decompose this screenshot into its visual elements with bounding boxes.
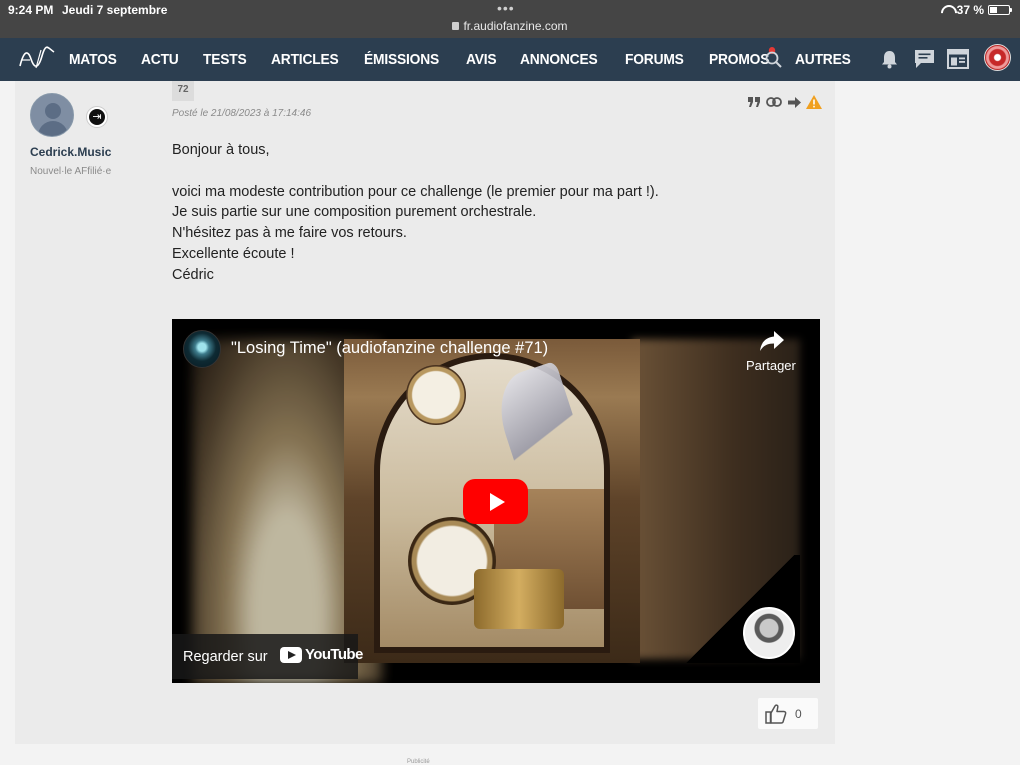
like-count: 0 [795, 707, 802, 721]
battery-fill [990, 7, 997, 13]
nav-item-emissions[interactable]: ÉMISSIONS [364, 51, 439, 68]
post-body-line: Je suis partie sur une composition purem… [172, 204, 537, 221]
nav-item-forums[interactable]: FORUMS [625, 51, 684, 68]
author-name[interactable]: Cedrick.Music [30, 145, 111, 159]
link-icon[interactable] [766, 94, 782, 110]
nav-menu: MATOS ACTU TESTS ARTICLES ÉMISSIONS AVIS ANNON… [69, 38, 876, 81]
uploader-avatar[interactable] [743, 607, 795, 659]
thumbs-up-icon [765, 704, 787, 724]
battery-percent: 37 % [956, 3, 984, 17]
share-arrow-icon[interactable] [786, 94, 802, 110]
video-title[interactable]: "Losing Time" (audiofanzine challenge #7… [231, 339, 548, 358]
ios-status-bar: 9:24 PM Jeudi 7 septembre ••• fr.audiofa… [0, 0, 1020, 38]
pocket-watch-image [406, 365, 466, 425]
search-icon[interactable] [765, 51, 782, 68]
url-text: fr.audiofanzine.com [463, 19, 568, 33]
like-button[interactable]: 0 [758, 698, 818, 729]
ad-label: Publicité [407, 759, 430, 765]
quote-icon[interactable] [746, 94, 762, 110]
author-avatar[interactable] [30, 93, 74, 137]
bell-icon[interactable] [881, 50, 898, 69]
battery-icon [988, 5, 1012, 15]
post-body-line: Cédric [172, 266, 214, 283]
wifi-icon [941, 5, 953, 15]
watch-on-youtube-button[interactable]: Regarder sur YouTube [172, 634, 363, 679]
report-warning-icon[interactable] [806, 94, 822, 110]
nav-item-avis[interactable]: AVIS [466, 51, 497, 68]
avatar-head-shape [45, 103, 61, 119]
post-actions [746, 94, 822, 110]
messages-icon[interactable] [914, 49, 935, 69]
post-number[interactable]: 72 [172, 81, 194, 101]
share-label[interactable]: Partager [746, 358, 796, 373]
post-body: Bonjour à tous, voici ma modeste contrib… [172, 140, 659, 286]
member-badge-icon: ⇥ [86, 106, 108, 128]
nav-item-annonces[interactable]: ANNONCES [520, 51, 598, 68]
audiofanzine-logo-icon[interactable] [18, 46, 56, 72]
post-body-line: Excellente écoute ! [172, 245, 295, 262]
youtube-embed[interactable]: "Losing Time" (audiofanzine challenge #7… [172, 319, 820, 683]
youtube-logo: YouTube [280, 646, 363, 663]
main-navbar: MATOS ACTU TESTS ARTICLES ÉMISSIONS AVIS ANNON… [0, 38, 1020, 81]
status-right: 37 % [941, 3, 1012, 17]
avatar-body-shape [38, 121, 68, 136]
youtube-play-icon [280, 646, 302, 663]
lock-icon [452, 22, 460, 30]
login-arrow-icon: ⇥ [89, 109, 105, 125]
post-body-line: voici ma modeste contribution pour ce ch… [172, 183, 659, 200]
watch-on-label: Regarder sur [183, 649, 268, 665]
youtube-wordmark: YouTube [305, 646, 363, 663]
play-button-icon[interactable] [463, 479, 528, 524]
post-date: Posté le 21/08/2023 à 17:14:46 [172, 108, 312, 119]
nav-item-articles[interactable]: ARTICLES [271, 51, 339, 68]
nav-item-autres[interactable]: AUTRES [795, 51, 851, 68]
author-role: Nouvel·le AFfilié·e [30, 166, 112, 177]
nav-item-actu[interactable]: ACTU [141, 51, 179, 68]
user-menu-avatar[interactable] [984, 44, 1011, 71]
share-icon[interactable] [760, 331, 784, 351]
post-body-line: N'hésitez pas à me faire vos retours. [172, 225, 407, 242]
channel-avatar[interactable] [183, 330, 221, 368]
status-time: 9:24 PM [8, 3, 54, 17]
address-bar[interactable]: fr.audiofanzine.com [0, 19, 1020, 33]
brass-weights-image [474, 569, 564, 629]
nav-item-matos[interactable]: MATOS [69, 51, 117, 68]
nav-item-tests[interactable]: TESTS [203, 51, 247, 68]
more-dots-icon[interactable]: ••• [497, 0, 515, 16]
nav-item-promos[interactable]: PROMOS [709, 47, 776, 68]
news-feed-icon[interactable] [947, 49, 969, 69]
post-body-line [172, 161, 659, 182]
post-body-line: Bonjour à tous, [172, 142, 270, 158]
status-date: Jeudi 7 septembre [62, 3, 168, 17]
